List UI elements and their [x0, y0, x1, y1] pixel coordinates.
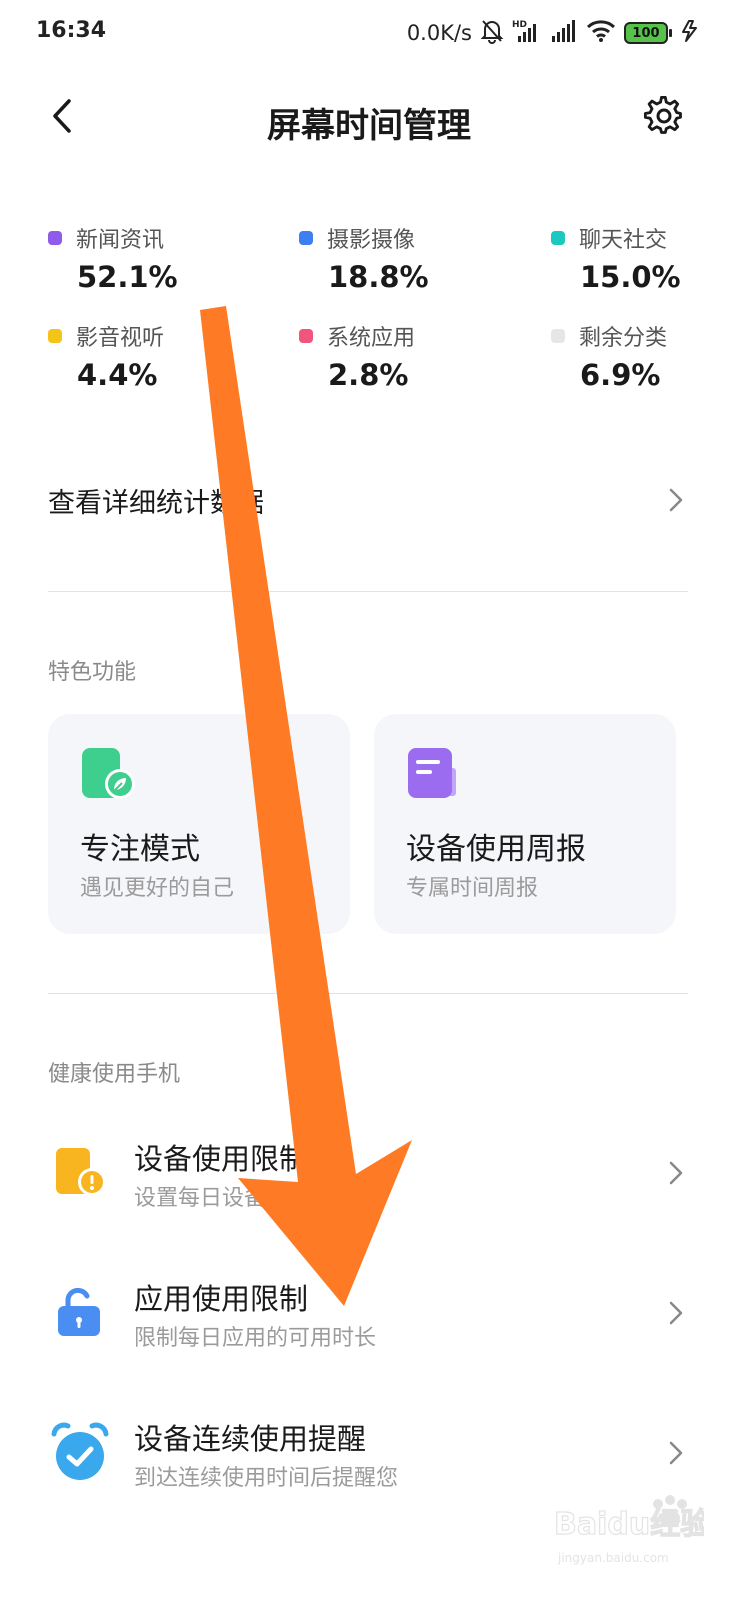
app-usage-limit-row[interactable]: 应用使用限制 限制每日应用的可用时长: [48, 1258, 688, 1368]
category-dot: [48, 329, 62, 343]
unlock-icon: [48, 1280, 112, 1344]
row-subtitle: 设置每日设备可用时长: [134, 1186, 355, 1211]
category-label: 系统应用: [327, 326, 416, 351]
category-value: 52.1%: [77, 260, 178, 294]
category-dot: [299, 329, 313, 343]
chevron-right-icon: [664, 1158, 688, 1188]
category-label: 摄影摄像: [327, 228, 416, 253]
svg-text:HD: HD: [512, 20, 527, 30]
section-title-features: 特色功能: [48, 660, 137, 685]
category-stats: 新闻资讯 52.1% 摄影摄像 18.8% 聊天社交 15.0% 影音视听 4.…: [48, 222, 688, 402]
device-limit-icon: [48, 1140, 112, 1204]
card-subtitle: 专属时间周报: [406, 876, 539, 901]
category-value: 15.0%: [580, 260, 681, 294]
report-icon: [406, 746, 462, 802]
charging-icon: [680, 19, 700, 47]
view-detailed-stats-row[interactable]: 查看详细统计数据: [48, 466, 688, 534]
category-value: 18.8%: [328, 260, 429, 294]
status-icons: 0.0K/s HD 100: [407, 18, 700, 48]
alarm-clock-icon: [48, 1420, 112, 1484]
category-value: 4.4%: [77, 358, 158, 392]
divider: [48, 993, 688, 994]
leaf-phone-icon: [80, 746, 136, 802]
watermark-sub: jingyan.baidu.com: [557, 1551, 669, 1565]
category-dot: [299, 231, 313, 245]
category-stat: 新闻资讯 52.1%: [48, 222, 248, 294]
battery-icon: 100: [624, 22, 672, 44]
category-stat: 聊天社交 15.0%: [551, 222, 738, 294]
wifi-icon: [586, 19, 616, 47]
row-title: 设备使用限制: [134, 1142, 309, 1176]
category-label: 新闻资讯: [76, 228, 165, 253]
category-stat: 剩余分类 6.9%: [551, 320, 738, 392]
category-stat: 影音视听 4.4%: [48, 320, 248, 392]
continuous-usage-reminder-row[interactable]: 设备连续使用提醒 到达连续使用时间后提醒您: [48, 1398, 688, 1508]
page-title: 屏幕时间管理: [267, 106, 471, 146]
card-title: 专注模式: [80, 832, 200, 867]
status-time: 16:34: [36, 18, 107, 43]
row-title: 应用使用限制: [134, 1282, 309, 1316]
category-dot: [551, 231, 565, 245]
chevron-right-icon: [664, 1438, 688, 1468]
category-stat: 摄影摄像 18.8%: [299, 222, 499, 294]
category-label: 剩余分类: [579, 326, 668, 351]
row-title: 设备连续使用提醒: [134, 1422, 367, 1456]
row-subtitle: 限制每日应用的可用时长: [134, 1326, 377, 1351]
row-subtitle: 到达连续使用时间后提醒您: [134, 1466, 399, 1491]
category-dot: [48, 231, 62, 245]
baidu-watermark: Baidu经验 jingyan.baidu.com: [553, 1494, 711, 1574]
divider: [48, 591, 688, 592]
header: 屏幕时间管理: [0, 80, 738, 156]
device-usage-limit-row[interactable]: 设备使用限制 设置每日设备可用时长: [48, 1118, 688, 1228]
gear-icon: [643, 95, 684, 140]
status-bar: 16:34 0.0K/s HD 100: [0, 0, 738, 64]
settings-button[interactable]: [642, 95, 686, 140]
category-label: 影音视听: [76, 326, 165, 351]
network-speed: 0.0K/s: [406, 21, 472, 45]
category-dot: [551, 329, 565, 343]
category-label: 聊天社交: [579, 228, 668, 253]
weekly-report-card[interactable]: 设备使用周报 专属时间周报: [374, 714, 676, 934]
detail-label: 查看详细统计数据: [48, 487, 264, 519]
chevron-right-icon: [664, 1298, 688, 1328]
watermark-text: Baidu经验: [554, 1507, 704, 1542]
signal-icon: [550, 19, 578, 47]
chevron-right-icon: [664, 488, 688, 512]
category-value: 6.9%: [580, 358, 661, 392]
hd-signal-icon: HD: [512, 18, 542, 48]
card-title: 设备使用周报: [406, 832, 586, 867]
focus-mode-card[interactable]: 专注模式 遇见更好的自己: [48, 714, 350, 934]
category-stat: 系统应用 2.8%: [299, 320, 499, 392]
mute-bell-icon: [480, 18, 504, 48]
section-title-health: 健康使用手机: [48, 1062, 181, 1087]
card-subtitle: 遇见更好的自己: [80, 876, 235, 901]
category-value: 2.8%: [328, 358, 409, 392]
battery-level: 100: [624, 22, 668, 44]
